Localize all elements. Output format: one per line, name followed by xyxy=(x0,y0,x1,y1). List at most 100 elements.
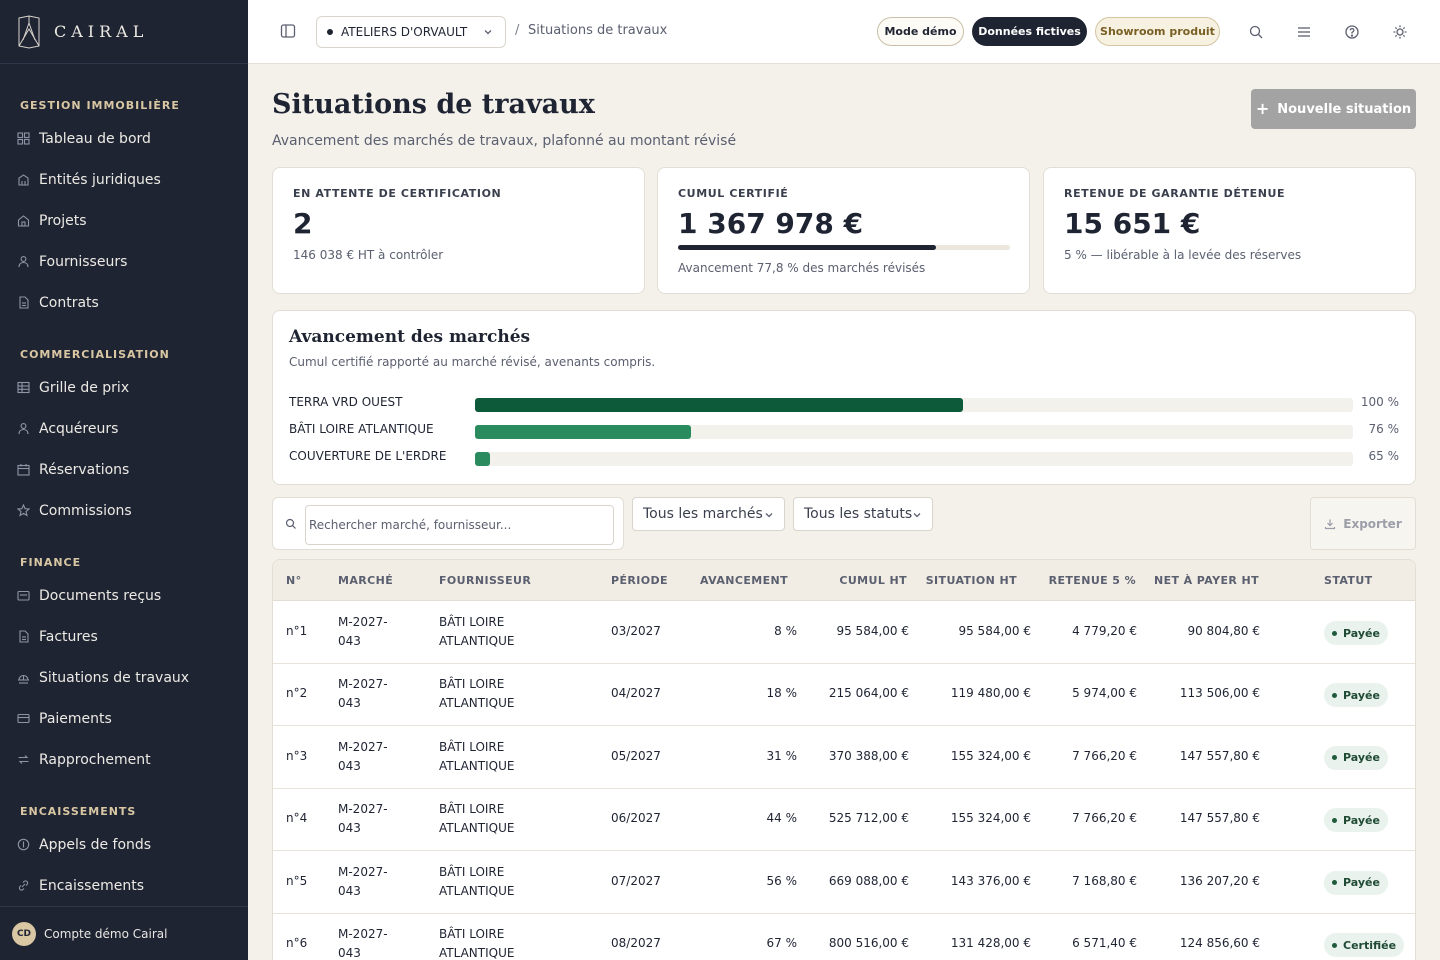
status-filter-value: Tous les statuts xyxy=(804,506,913,522)
sidebar-item-encaissements[interactable]: Encaissements xyxy=(0,865,248,906)
sidebar-item-reservations[interactable]: Réservations xyxy=(0,449,248,490)
col-progress[interactable]: AVANCEMENT xyxy=(700,574,788,587)
account-name: Compte démo Cairal xyxy=(44,926,168,941)
cell-market: M-2027- 043 xyxy=(338,800,388,838)
status-label: Payée xyxy=(1343,688,1380,702)
account-switcher[interactable]: CD Compte démo Cairal xyxy=(0,906,248,960)
demo-mode-badge[interactable]: Mode démo xyxy=(877,17,964,46)
brand[interactable]: CAIRAL xyxy=(0,0,248,64)
table-row[interactable]: n°1 M-2027- 043 BÂTI LOIRE ATLANTIQUE 03/2… xyxy=(273,602,1415,664)
sidebar-item-factures[interactable]: Factures xyxy=(0,616,248,657)
progress-track xyxy=(475,452,1353,466)
table-row[interactable]: n°6 M-2027- 043 BÂTI LOIRE ATLANTIQUE 08/2… xyxy=(273,914,1415,960)
sidebar-item-label: Contrats xyxy=(39,294,99,311)
cell-situation: 143 376,00 € xyxy=(950,873,1031,888)
org-status-dot xyxy=(327,29,333,35)
sidebar-item-entites-juridiques[interactable]: Entités juridiques xyxy=(0,159,248,200)
market-progress-row: COUVERTURE DE L'ERDRE 65 % xyxy=(289,447,1399,467)
sidebar-item-grille-de-prix[interactable]: Grille de prix xyxy=(0,367,248,408)
cell-cumul: 370 388,00 € xyxy=(828,748,909,763)
nav-section-title: GESTION IMMOBILIÈRE xyxy=(20,99,180,112)
supplier-line: ATLANTIQUE xyxy=(439,883,515,898)
progress-percent: 65 % xyxy=(1368,449,1400,463)
menu-icon[interactable] xyxy=(1296,24,1312,40)
new-situation-label: Nouvelle situation xyxy=(1277,101,1412,117)
table-row[interactable]: n°4 M-2027- 043 BÂTI LOIRE ATLANTIQUE 06/2… xyxy=(273,789,1415,852)
breadcrumb[interactable]: Situations de travaux xyxy=(528,23,667,38)
cell-retention: 7 766,20 € xyxy=(1072,748,1137,763)
chevron-down-icon xyxy=(484,30,492,35)
help-icon[interactable] xyxy=(1344,24,1360,40)
sidebar-item-commissions[interactable]: Commissions xyxy=(0,490,248,531)
cell-situation: 131 428,00 € xyxy=(950,936,1031,950)
col-cumul[interactable]: CUMUL HT xyxy=(839,574,907,587)
market-filter-select[interactable]: Tous les marchés xyxy=(632,497,785,531)
table-row[interactable]: n°3 M-2027- 043 BÂTI LOIRE ATLANTIQUE 05/2… xyxy=(273,727,1415,789)
brand-name: CAIRAL xyxy=(54,22,149,41)
sidebar-item-label: Commissions xyxy=(39,502,132,519)
sidebar-item-projets[interactable]: Projets xyxy=(0,200,248,241)
status-filter-select[interactable]: Tous les statuts xyxy=(793,497,933,531)
cell-number: n°1 xyxy=(286,624,308,638)
supplier-line: ATLANTIQUE xyxy=(439,634,515,648)
cell-progress: 18 % xyxy=(766,686,798,701)
cell-situation: 155 324,00 € xyxy=(950,811,1031,826)
status-badge: Payée xyxy=(1324,683,1388,708)
nav-section-title: COMMERCIALISATION xyxy=(20,348,170,361)
sidebar-item-appels-de-fonds[interactable]: Appels de fonds xyxy=(0,824,248,865)
new-situation-button[interactable]: + Nouvelle situation xyxy=(1251,89,1416,129)
sidebar-item-documents-recus[interactable]: Documents reçus xyxy=(0,575,248,616)
market-progress-row: BÂTI LOIRE ATLANTIQUE 76 % xyxy=(289,420,1399,440)
grid-icon xyxy=(17,132,30,145)
col-net-payable[interactable]: NET À PAYER HT xyxy=(1154,574,1259,587)
sidebar-item-rapprochement[interactable]: Rapprochement xyxy=(0,739,248,780)
sidebar-item-label: Factures xyxy=(39,628,98,645)
sidebar-item-contrats[interactable]: Contrats xyxy=(0,282,248,323)
download-icon xyxy=(1325,519,1336,529)
market-progress-row: TERRA VRD OUEST 100 % xyxy=(289,393,1399,413)
col-market[interactable]: MARCHÉ xyxy=(338,574,393,587)
sidebar-item-situations-de-travaux[interactable]: Situations de travaux xyxy=(0,657,248,698)
sidebar-item-paiements[interactable]: Paiements xyxy=(0,698,248,739)
export-button[interactable]: Exporter xyxy=(1310,497,1416,550)
cell-net-payable: 90 804,80 € xyxy=(1187,624,1260,638)
kpi-value: 2 xyxy=(293,207,313,240)
table-row[interactable]: n°2 M-2027- 043 BÂTI LOIRE ATLANTIQUE 04/2… xyxy=(273,664,1415,727)
theme-toggle-icon[interactable] xyxy=(1392,24,1408,40)
sidebar-nav: GESTION IMMOBILIÈRE Tableau de bord Entité… xyxy=(0,64,248,947)
showroom-badge[interactable]: Showroom produit xyxy=(1095,17,1220,46)
cell-market: M-2027- 043 xyxy=(338,675,388,713)
col-situation[interactable]: SITUATION HT xyxy=(926,574,1017,587)
search-icon[interactable] xyxy=(1248,24,1264,40)
cell-period: 05/2027 xyxy=(611,748,661,763)
market-name: TERRA VRD OUEST xyxy=(289,395,403,409)
status-badge: Payée xyxy=(1324,745,1388,770)
kpi-progress-bar xyxy=(678,245,1010,250)
fictive-data-badge[interactable]: Données fictives xyxy=(972,17,1087,46)
search-input[interactable] xyxy=(305,505,614,545)
kpi-note: Avancement 77,8 % des marchés révisés xyxy=(678,261,926,275)
market-code-line: 043 xyxy=(338,696,361,711)
sidebar-item-fournisseurs[interactable]: Fournisseurs xyxy=(0,241,248,282)
main-content: Situations de travaux Avancement des mar… xyxy=(248,65,1440,960)
sidebar-toggle-icon[interactable] xyxy=(280,23,296,39)
inbox-icon xyxy=(17,589,30,602)
col-period[interactable]: PÉRIODE xyxy=(611,574,668,587)
file-icon xyxy=(17,630,30,643)
organisation-select[interactable]: ATELIERS D'ORVAULT xyxy=(316,16,506,48)
kpi-label: RETENUE DE GARANTIE DÉTENUE xyxy=(1064,187,1286,200)
market-code-line: M-2027- xyxy=(338,927,388,941)
sidebar-item-tableau-de-bord[interactable]: Tableau de bord xyxy=(0,118,248,159)
supplier-line: ATLANTIQUE xyxy=(439,696,515,711)
sidebar: CAIRAL GESTION IMMOBILIÈRE Tableau de bor… xyxy=(0,0,248,960)
cell-cumul: 95 584,00 € xyxy=(836,624,909,638)
cell-net-payable: 113 506,00 € xyxy=(1179,686,1260,701)
col-retention[interactable]: RETENUE 5 % xyxy=(1049,574,1136,587)
col-supplier[interactable]: FOURNISSEUR xyxy=(439,574,531,587)
col-status[interactable]: STATUT xyxy=(1324,574,1373,587)
col-number[interactable]: N° xyxy=(286,574,302,587)
plus-icon: + xyxy=(1255,99,1270,118)
cell-cumul: 525 712,00 € xyxy=(828,811,909,826)
sidebar-item-acquereurs[interactable]: Acquéreurs xyxy=(0,408,248,449)
table-row[interactable]: n°5 M-2027- 043 BÂTI LOIRE ATLANTIQUE 07/2… xyxy=(273,852,1415,914)
